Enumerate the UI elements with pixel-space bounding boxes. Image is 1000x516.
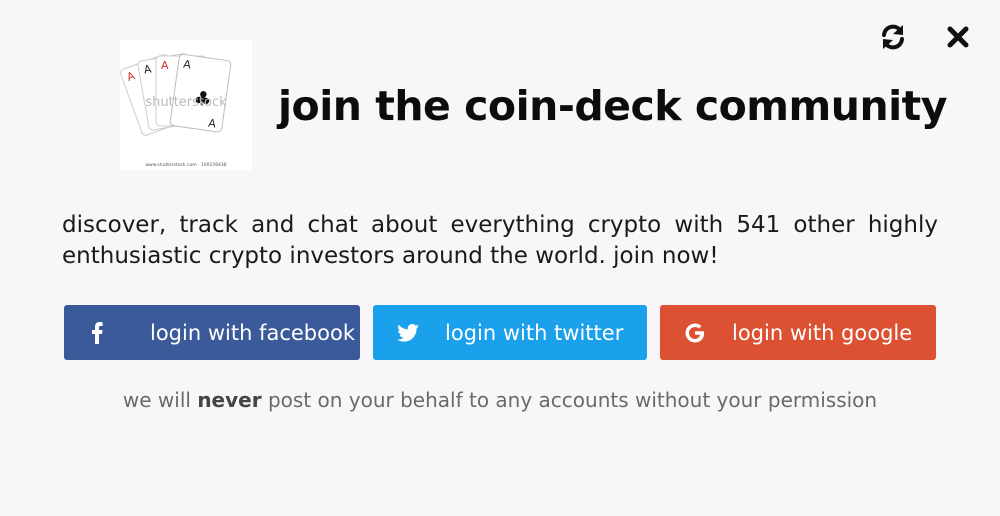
facebook-icon — [86, 321, 108, 344]
facebook-button-label: login with facebook — [150, 320, 355, 345]
logo-watermark: shutterstock — [145, 95, 227, 110]
page-title: join the coin-deck community — [278, 82, 948, 130]
google-icon — [684, 322, 706, 344]
logo-image: A A A A ♣ A shutterstock www.shutterstoc… — [120, 40, 252, 170]
refresh-icon[interactable] — [876, 20, 910, 54]
privacy-note-before: we will — [122, 388, 191, 412]
description-text: discover, track and chat about everythin… — [62, 212, 938, 269]
logo-caption: www.shutterstock.com · 100156438 — [145, 162, 226, 168]
privacy-note-emphasis: never — [197, 388, 262, 412]
twitter-icon — [397, 322, 419, 344]
google-button-label: login with google — [732, 320, 913, 345]
login-google-button[interactable]: login with google — [660, 305, 936, 360]
twitter-button-label: login with twitter — [445, 320, 624, 345]
privacy-note: we will never post on your behalf to any… — [0, 388, 1000, 412]
privacy-note-after: post on your behalf to any accounts with… — [267, 388, 878, 412]
svg-text:A: A — [161, 59, 169, 72]
close-icon[interactable] — [941, 20, 975, 54]
login-twitter-button[interactable]: login with twitter — [373, 305, 647, 360]
login-facebook-button[interactable]: login with facebook — [64, 305, 360, 360]
